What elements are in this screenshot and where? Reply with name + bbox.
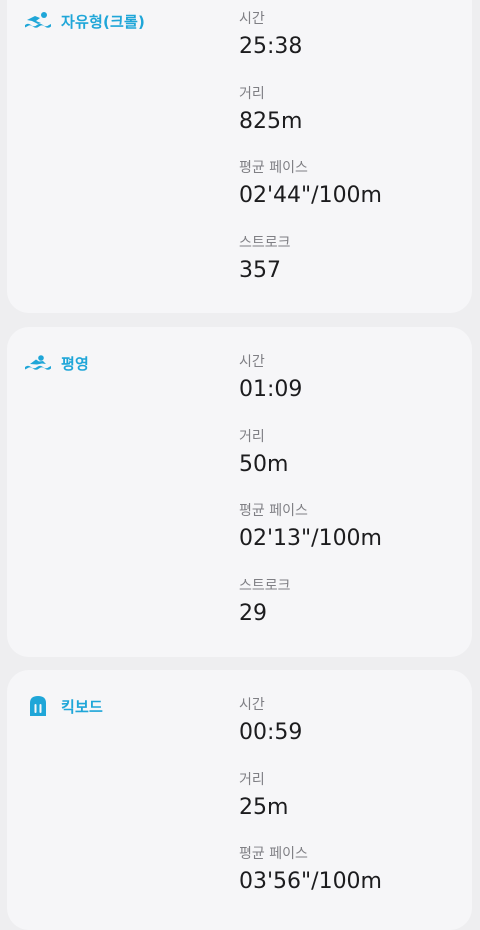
metrics-list: 시간 01:09 거리 50m 평균 페이스 02'13"/100m 스트로크 …: [239, 353, 459, 651]
freestyle-swimmer-icon: [23, 10, 53, 32]
metric-value: 25m: [239, 794, 289, 820]
breaststroke-swimmer-icon: [23, 352, 53, 374]
metrics-list: 시간 25:38 거리 825m 평균 페이스 02'44"/100m 스트로크…: [239, 10, 459, 308]
metric-label: 시간: [239, 354, 265, 370]
metric-avg-pace: 평균 페이스 03'56"/100m: [239, 845, 459, 920]
stroke-card-kickboard: 킥보드 시간 00:59 거리 25m 평균 페이스 03'56"/100m: [7, 670, 472, 930]
stroke-card-freestyle: 자유형(크롤) 시간 25:38 거리 825m 평균 페이스 02'44"/1…: [7, 0, 472, 313]
stroke-name: 자유형(크롤): [61, 12, 146, 31]
metric-value: 03'56"/100m: [239, 869, 382, 894]
metric-value: 00:59: [239, 720, 303, 745]
metric-time: 시간 01:09: [239, 353, 459, 428]
metric-value: 02'44"/100m: [239, 183, 382, 208]
stroke-header: 킥보드: [23, 695, 103, 717]
stroke-name: 평영: [61, 354, 90, 373]
metric-avg-pace: 평균 페이스 02'44"/100m: [239, 159, 459, 234]
metric-label: 평균 페이스: [239, 503, 308, 519]
stroke-header: 평영: [23, 352, 89, 374]
kickboard-icon: [23, 695, 53, 717]
metric-label: 스트로크: [239, 577, 291, 594]
metric-value: 01:09: [239, 377, 303, 402]
metric-value: 825m: [239, 108, 303, 134]
metric-value: 02'13"/100m: [239, 526, 382, 551]
metric-label: 평균 페이스: [239, 160, 308, 176]
metric-label: 거리: [239, 428, 265, 445]
stroke-name: 킥보드: [61, 697, 104, 716]
stroke-card-breaststroke: 평영 시간 01:09 거리 50m 평균 페이스 02'13"/100m 스트…: [7, 327, 472, 657]
metric-value: 357: [239, 257, 281, 283]
stroke-header: 자유형(크롤): [23, 10, 145, 32]
metric-time: 시간 00:59: [239, 696, 459, 771]
metric-label: 거리: [239, 85, 265, 102]
metric-strokes: 스트로크 29: [239, 577, 459, 652]
metric-distance: 거리 25m: [239, 771, 459, 846]
metric-value: 25:38: [239, 34, 303, 59]
metric-distance: 거리 50m: [239, 428, 459, 503]
metric-label: 평균 페이스: [239, 846, 308, 862]
metric-strokes: 스트로크 357: [239, 234, 459, 309]
metric-label: 스트로크: [239, 234, 291, 251]
metric-time: 시간 25:38: [239, 10, 459, 85]
metric-value: 50m: [239, 451, 289, 477]
metric-label: 거리: [239, 771, 265, 788]
metric-avg-pace: 평균 페이스 02'13"/100m: [239, 502, 459, 577]
metrics-list: 시간 00:59 거리 25m 평균 페이스 03'56"/100m: [239, 696, 459, 920]
metric-label: 시간: [239, 697, 265, 713]
metric-distance: 거리 825m: [239, 85, 459, 160]
metric-value: 29: [239, 600, 267, 626]
metric-label: 시간: [239, 11, 265, 27]
